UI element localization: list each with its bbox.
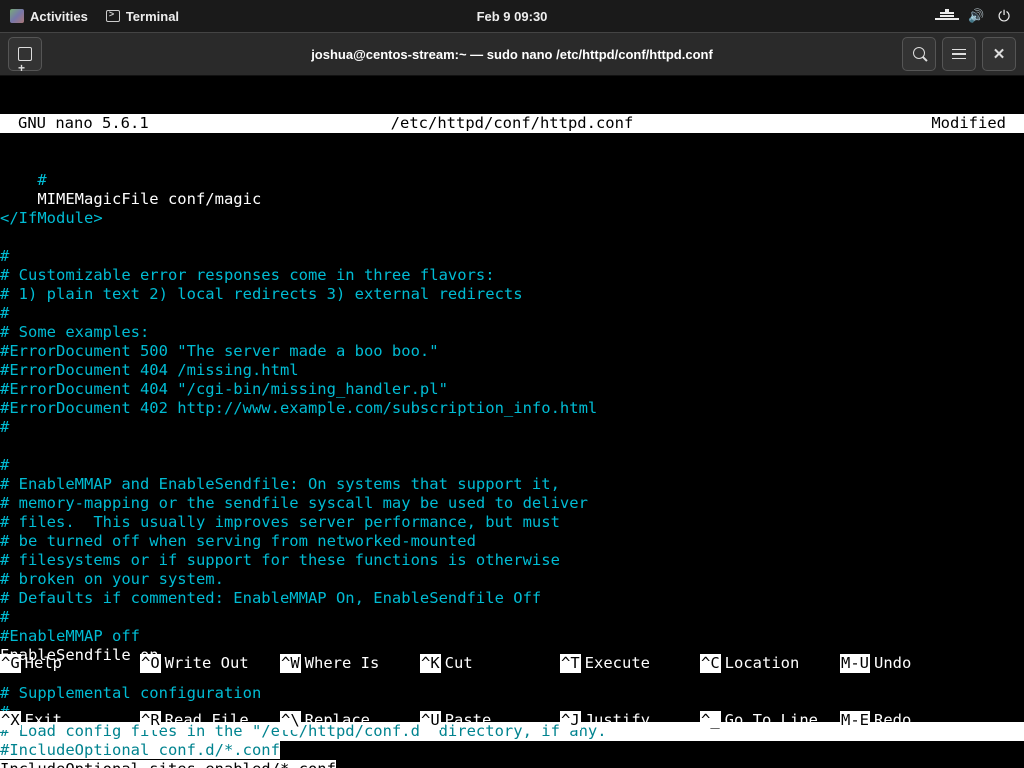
editor-line[interactable]	[0, 228, 1024, 247]
shortcut-label: Exit	[21, 711, 62, 730]
window-title: joshua@centos-stream:~ — sudo nano /etc/…	[311, 47, 713, 62]
nano-header: GNU nano 5.6.1 /etc/httpd/conf/httpd.con…	[0, 114, 1024, 133]
terminal-icon	[106, 10, 120, 22]
editor-line[interactable]: # EnableMMAP and EnableSendfile: On syst…	[0, 475, 1024, 494]
nano-shortcut: M-ERedo	[840, 711, 980, 730]
editor-line[interactable]: #ErrorDocument 402 http://www.example.co…	[0, 399, 1024, 418]
editor-line[interactable]: #	[0, 247, 1024, 266]
editor-line[interactable]: #ErrorDocument 404 /missing.html	[0, 361, 1024, 380]
app-menu-terminal[interactable]: Terminal	[106, 9, 179, 24]
nano-shortcut: ^CLocation	[700, 654, 840, 673]
nano-shortcut: ^WWhere Is	[280, 654, 420, 673]
shortcut-key: M-E	[840, 711, 870, 730]
editor-line[interactable]: </IfModule>	[0, 209, 1024, 228]
shortcut-key: ^G	[0, 654, 21, 673]
shortcut-label: Location	[721, 654, 800, 673]
nano-shortcuts: ^GHelp^OWrite Out^WWhere Is^KCut^TExecut…	[0, 616, 1024, 768]
hamburger-icon	[952, 49, 966, 60]
shortcut-key: ^K	[420, 654, 441, 673]
volume-icon[interactable]	[968, 8, 984, 24]
shortcut-key: ^\	[280, 711, 301, 730]
nano-shortcut: ^JJustify	[560, 711, 700, 730]
editor-line[interactable]: # broken on your system.	[0, 570, 1024, 589]
shortcut-key: ^R	[140, 711, 161, 730]
network-icon[interactable]	[940, 9, 954, 23]
nano-shortcut: ^XExit	[0, 711, 140, 730]
editor-line[interactable]: #ErrorDocument 404 "/cgi-bin/missing_han…	[0, 380, 1024, 399]
editor-line[interactable]: # 1) plain text 2) local redirects 3) ex…	[0, 285, 1024, 304]
editor-line[interactable]: MIMEMagicFile conf/magic	[0, 190, 1024, 209]
nano-shortcut: ^RRead File	[140, 711, 280, 730]
new-tab-icon	[18, 47, 32, 61]
app-menu-label: Terminal	[126, 9, 179, 24]
shortcut-label: Paste	[441, 711, 492, 730]
nano-shortcut: M-UUndo	[840, 654, 980, 673]
nano-shortcut: ^TExecute	[560, 654, 700, 673]
shortcut-label: Undo	[870, 654, 911, 673]
editor-line[interactable]: # Defaults if commented: EnableMMAP On, …	[0, 589, 1024, 608]
nano-shortcut: ^OWrite Out	[140, 654, 280, 673]
nano-shortcut: ^\Replace	[280, 711, 420, 730]
shortcut-label: Write Out	[161, 654, 249, 673]
activities-icon	[10, 9, 24, 23]
nano-file-name: /etc/httpd/conf/httpd.conf	[0, 114, 1024, 133]
shortcut-key: ^U	[420, 711, 441, 730]
gnome-topbar: Activities Terminal Feb 9 09:30	[0, 0, 1024, 32]
clock[interactable]: Feb 9 09:30	[477, 9, 548, 24]
shortcut-key: ^O	[140, 654, 161, 673]
shortcut-key: ^J	[560, 711, 581, 730]
editor-line[interactable]: #ErrorDocument 500 "The server made a bo…	[0, 342, 1024, 361]
shortcut-key: ^T	[560, 654, 581, 673]
editor-line[interactable]	[0, 437, 1024, 456]
menu-button[interactable]	[942, 37, 976, 71]
shortcut-key: ^_	[700, 711, 721, 730]
activities-label: Activities	[30, 9, 88, 24]
shortcut-label: Go To Line	[721, 711, 818, 730]
editor-line[interactable]: # be turned off when serving from networ…	[0, 532, 1024, 551]
search-icon	[913, 47, 925, 61]
activities-button[interactable]: Activities	[10, 9, 88, 24]
nano-shortcut: ^_Go To Line	[700, 711, 840, 730]
editor-line[interactable]: #	[0, 304, 1024, 323]
nano-shortcut: ^UPaste	[420, 711, 560, 730]
shortcut-label: Help	[21, 654, 62, 673]
shortcut-label: Redo	[870, 711, 911, 730]
close-button[interactable]	[982, 37, 1016, 71]
shortcut-label: Justify	[581, 711, 650, 730]
editor-line[interactable]: # memory-mapping or the sendfile syscall…	[0, 494, 1024, 513]
shortcut-label: Read File	[161, 711, 249, 730]
editor-line[interactable]: # Customizable error responses come in t…	[0, 266, 1024, 285]
shortcut-label: Cut	[441, 654, 473, 673]
editor-line[interactable]: # filesystems or if support for these fu…	[0, 551, 1024, 570]
shortcut-label: Where Is	[301, 654, 380, 673]
shortcut-key: M-U	[840, 654, 870, 673]
power-icon[interactable]	[998, 8, 1010, 25]
close-icon	[993, 45, 1006, 63]
nano-shortcut: ^KCut	[420, 654, 560, 673]
search-button[interactable]	[902, 37, 936, 71]
nano-shortcut: ^GHelp	[0, 654, 140, 673]
editor-line[interactable]: # files. This usually improves server pe…	[0, 513, 1024, 532]
terminal-content[interactable]: GNU nano 5.6.1 /etc/httpd/conf/httpd.con…	[0, 76, 1024, 768]
terminal-headerbar: joshua@centos-stream:~ — sudo nano /etc/…	[0, 32, 1024, 76]
editor-line[interactable]: #	[0, 418, 1024, 437]
shortcut-label: Execute	[581, 654, 650, 673]
editor-line[interactable]: #	[0, 171, 1024, 190]
shortcut-key: ^W	[280, 654, 301, 673]
shortcut-key: ^C	[700, 654, 721, 673]
shortcut-label: Replace	[301, 711, 370, 730]
shortcut-key: ^X	[0, 711, 21, 730]
new-tab-button[interactable]	[8, 37, 42, 71]
editor-line[interactable]: # Some examples:	[0, 323, 1024, 342]
editor-line[interactable]: #	[0, 456, 1024, 475]
